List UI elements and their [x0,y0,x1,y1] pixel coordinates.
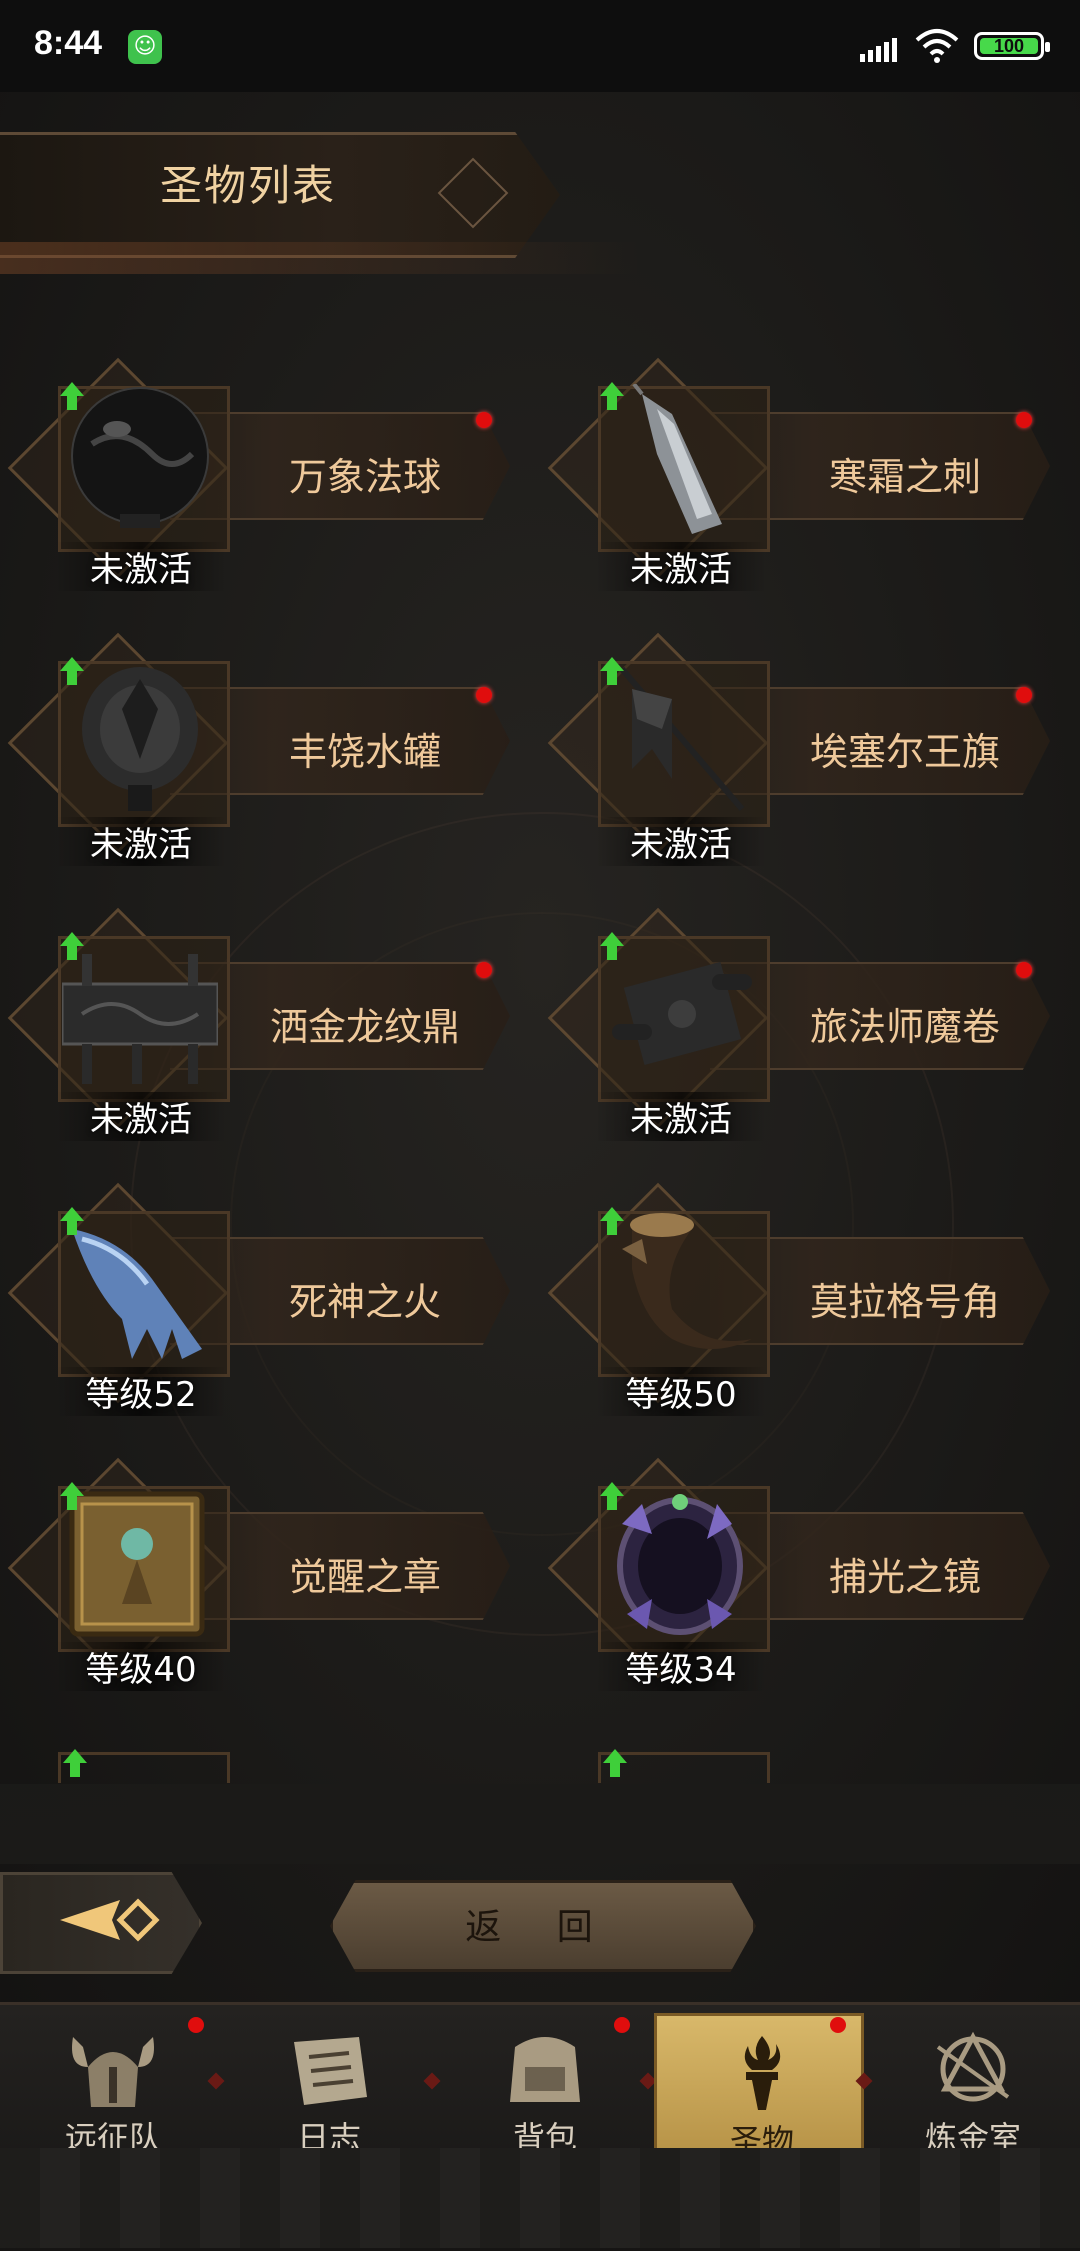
relic-status: 未激活 [596,817,766,866]
relic-item[interactable]: 捕光之镜 等级34 [540,1457,1060,1691]
relic-status: 未激活 [596,1092,766,1141]
tab-relics[interactable]: 圣物 [654,2013,864,2160]
notification-dot [614,2017,630,2033]
helmet-icon [72,2037,154,2107]
upgrade-arrow-icon [603,1749,627,1777]
clock: 8:44 [34,24,103,62]
relic-status: 未激活 [56,817,226,866]
battery-level: 100 [980,37,1038,55]
battery-icon: 100 [974,32,1050,60]
relic-name: 死神之火 [288,1280,441,1324]
arrow-left-diamond-icon [60,1898,160,1942]
notification-dot [1016,962,1032,978]
notification-dot [188,2017,204,2033]
relic-item[interactable]: 觉醒之章 等级40 [0,1457,520,1691]
relic-item-partial[interactable] [58,1749,230,1783]
upgrade-arrow-icon [60,657,84,685]
upgrade-arrow-icon [60,382,84,410]
dragon-cauldron-icon [62,954,218,1084]
upgrade-arrow-icon [600,657,624,685]
relic-status: 等级50 [596,1367,766,1416]
notification-dot [1016,687,1032,703]
relic-item[interactable]: 莫拉格号角 等级50 [540,1182,1060,1416]
relic-item[interactable]: 万象法球 未激活 [0,357,520,591]
back-button-label: 返 回 [465,1907,615,1948]
relic-status: 未激活 [56,1092,226,1141]
war-horn-icon [622,1213,752,1349]
bag-icon [510,2037,580,2102]
relic-name: 寒霜之刺 [828,455,981,499]
tab-backpack[interactable]: 背包 [440,2013,650,2157]
upgrade-arrow-icon [60,1482,84,1510]
page-title: 圣物列表 [160,161,337,210]
relic-item[interactable]: 旅法师魔卷 未激活 [540,907,1060,1141]
cellular-signal-icon [860,38,897,62]
spectral-hand-icon [72,1229,202,1359]
relic-status: 等级52 [56,1367,226,1416]
relic-status: 未激活 [56,542,226,591]
relic-item[interactable]: 埃塞尔王旗 未激活 [540,632,1060,866]
alchemy-icon [936,2031,1010,2102]
relic-item[interactable]: 洒金龙纹鼎 未激活 [0,907,520,1141]
magic-scroll-icon [612,961,752,1065]
banner-icon [619,667,745,811]
notification-dot [476,412,492,428]
title-banner-trim [0,242,640,274]
relic-status: 未激活 [596,542,766,591]
upgrade-arrow-icon [600,1207,624,1235]
relic-name: 埃塞尔王旗 [809,730,1000,774]
notification-dot [830,2017,846,2033]
relic-status: 等级34 [596,1642,766,1691]
relic-name: 旅法师魔卷 [809,1005,1000,1049]
relic-item[interactable]: 死神之火 等级52 [0,1182,520,1416]
relic-item[interactable]: 丰饶水罐 未激活 [0,632,520,866]
relic-name: 丰饶水罐 [288,730,441,774]
relic-status: 等级40 [56,1642,226,1691]
upgrade-arrow-icon [600,1482,624,1510]
wifi-icon [915,29,959,63]
upgrade-arrow-icon [600,932,624,960]
frost-spike-icon [632,384,722,534]
torch-icon [744,2036,781,2110]
tab-alchemy[interactable]: 炼金室 [868,2013,1078,2157]
relic-item-partial[interactable] [598,1749,770,1783]
tab-journal[interactable]: 日志 [224,2013,434,2157]
notification-dot [476,962,492,978]
relic-list-screen: 圣物列表 万象法球 未激活 寒霜之刺 未激活 丰饶水罐 未激活 埃塞尔王旗 未激… [0,92,1080,2002]
relic-name: 洒金龙纹鼎 [269,1005,460,1049]
scroll-icon [294,2037,367,2105]
app-notification-icon: ☺ [128,30,162,64]
relic-name: 捕光之镜 [828,1555,981,1599]
notification-dot [1016,412,1032,428]
upgrade-arrow-icon [60,932,84,960]
upgrade-arrow-icon [60,1207,84,1235]
ancient-tome-icon [69,1491,205,1637]
relic-name: 万象法球 [288,455,441,499]
upgrade-arrow-icon [63,1749,87,1777]
upgrade-arrow-icon [600,382,624,410]
relic-name: 莫拉格号角 [809,1280,1000,1324]
status-bar: 8:44 ☺ 100 [0,0,1080,92]
notification-dot [476,687,492,703]
tab-bar-ornament [0,2148,1080,2248]
light-mirror-icon [617,1494,743,1635]
orb-icon [71,387,209,528]
relic-name: 觉醒之章 [288,1555,441,1599]
tab-expedition[interactable]: 远征队 [8,2013,218,2157]
relic-item[interactable]: 寒霜之刺 未激活 [540,357,1060,591]
water-jar-icon [82,667,198,811]
